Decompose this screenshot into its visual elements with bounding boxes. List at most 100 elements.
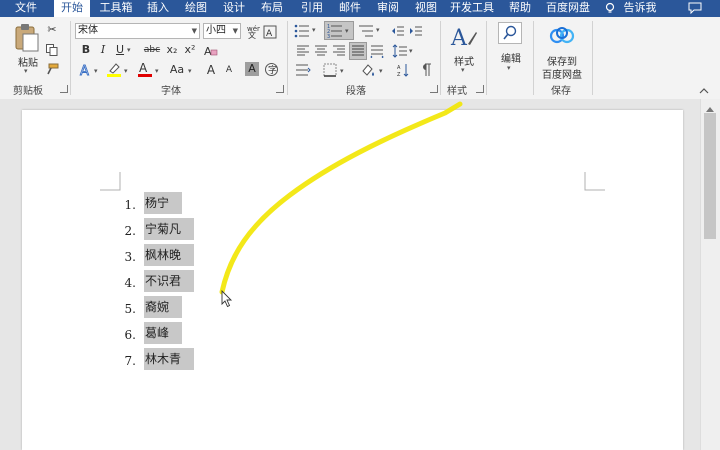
cut-icon[interactable]: ✂ [44, 22, 60, 38]
styles-gallery-icon[interactable]: A [450, 24, 478, 51]
styles-dropdown-chevron-icon[interactable]: ▾ [461, 66, 465, 74]
borders-icon[interactable] [323, 63, 339, 77]
text-effects-icon[interactable]: A [79, 63, 93, 80]
list-item-text[interactable]: 葛峰 [144, 322, 182, 344]
tab-developer[interactable]: 开发工具 [448, 0, 496, 17]
tab-help[interactable]: 帮助 [504, 0, 536, 17]
font-dialog-launcher-icon[interactable] [276, 85, 284, 93]
list-item-text[interactable]: 宁菊凡 [144, 218, 194, 240]
paragraph-dialog-launcher-icon[interactable] [430, 85, 438, 93]
decrease-indent-icon[interactable] [391, 24, 405, 38]
collapse-ribbon-icon[interactable] [699, 85, 709, 94]
tab-baidu-netdisk[interactable]: 百度网盘 [544, 0, 592, 17]
group-separator [533, 21, 534, 95]
shading-icon[interactable] [361, 63, 377, 77]
tab-file[interactable]: 文件 [8, 0, 44, 17]
change-case-dropdown-chevron-icon[interactable]: ▾ [188, 67, 192, 75]
phonetic-guide-icon[interactable]: wén 文 [246, 23, 261, 40]
font-size-select[interactable]: 小四 ▼ [203, 23, 241, 39]
svg-text:A: A [397, 65, 401, 71]
paste-icon[interactable] [14, 23, 40, 53]
tab-view[interactable]: 视图 [410, 0, 442, 17]
numbering-button[interactable]: 1 2 3 ▾ [324, 21, 354, 40]
strikethrough-button[interactable]: abc [142, 42, 162, 58]
show-formatting-marks-icon[interactable] [420, 63, 432, 77]
font-family-select[interactable]: 宋体 ▼ [75, 23, 200, 39]
list-item-number: 3. [124, 250, 136, 264]
underline-dropdown-chevron-icon[interactable]: ▾ [127, 46, 131, 54]
shrink-font-button[interactable]: A [221, 62, 237, 78]
underline-button[interactable]: U [112, 42, 128, 58]
tab-insert[interactable]: 插入 [142, 0, 174, 17]
scroll-up-arrow-icon[interactable] [706, 102, 714, 112]
change-case-button[interactable]: Aa [167, 62, 187, 78]
grow-font-button[interactable]: A [203, 62, 219, 78]
list-item-text[interactable]: 林木青 [144, 348, 194, 370]
vertical-scrollbar[interactable] [700, 99, 720, 450]
group-separator [486, 21, 487, 95]
enclosed-character-icon[interactable]: 字 [264, 62, 279, 77]
paste-dropdown-chevron-icon[interactable]: ▾ [24, 67, 28, 75]
svg-text:文: 文 [248, 30, 256, 39]
chinese-layout-icon[interactable] [295, 63, 311, 77]
highlight-swatch [107, 74, 121, 77]
tell-me-search[interactable]: 告诉我 [622, 0, 658, 17]
justify-icon [352, 45, 364, 56]
list-item-text[interactable]: 裔婉 [144, 296, 182, 318]
copy-icon[interactable] [46, 44, 58, 56]
tab-review[interactable]: 审阅 [372, 0, 404, 17]
multilevel-list-icon[interactable] [358, 24, 374, 38]
sort-icon[interactable]: AZ [397, 63, 409, 78]
shading-dropdown-chevron-icon[interactable]: ▾ [379, 67, 383, 75]
increase-indent-icon[interactable] [409, 24, 423, 38]
font-color-icon[interactable]: A [137, 61, 153, 78]
borders-dropdown-chevron-icon[interactable]: ▾ [340, 67, 344, 75]
find-button[interactable] [498, 22, 522, 44]
group-separator [592, 21, 593, 95]
list-item-text[interactable]: 杨宁 [144, 192, 182, 214]
paste-button-label[interactable]: 粘贴 [14, 54, 42, 69]
tab-home[interactable]: 开始 [54, 0, 90, 17]
tab-layout[interactable]: 布局 [256, 0, 288, 17]
scroll-thumb[interactable] [704, 113, 716, 239]
baidu-netdisk-icon[interactable] [549, 25, 575, 47]
list-item-text[interactable]: 枫林晚 [144, 244, 194, 266]
distributed-icon[interactable] [370, 44, 384, 59]
bullets-dropdown-chevron-icon[interactable]: ▾ [312, 26, 316, 34]
clear-formatting-icon[interactable]: A [204, 44, 218, 58]
text-effects-dropdown-chevron-icon[interactable]: ▾ [94, 67, 98, 75]
list-item-text[interactable]: 不识君 [144, 270, 194, 292]
multilevel-dropdown-chevron-icon[interactable]: ▾ [376, 26, 380, 34]
enclose-characters-icon[interactable]: A [263, 23, 277, 39]
editing-button-label[interactable]: 编辑 [498, 50, 524, 65]
subscript-button[interactable]: x₂ [164, 42, 180, 58]
save-to-baidu-label-2[interactable]: 百度网盘 [540, 66, 584, 81]
superscript-button[interactable]: x² [182, 42, 198, 58]
tab-references[interactable]: 引用 [296, 0, 328, 17]
font-color-dropdown-chevron-icon[interactable]: ▾ [155, 67, 159, 75]
editing-dropdown-chevron-icon[interactable]: ▾ [507, 64, 511, 72]
chevron-down-icon: ▼ [232, 27, 238, 35]
tab-toolbox[interactable]: 工具箱 [96, 0, 136, 17]
highlight-dropdown-chevron-icon[interactable]: ▾ [124, 67, 128, 75]
bullets-icon[interactable] [294, 24, 310, 38]
tab-design[interactable]: 设计 [218, 0, 250, 17]
bold-button[interactable]: B [78, 42, 94, 58]
line-spacing-icon[interactable] [392, 44, 408, 58]
text-highlight-color-icon[interactable] [106, 61, 122, 78]
clipboard-dialog-launcher-icon[interactable] [60, 85, 68, 93]
tab-draw[interactable]: 绘图 [180, 0, 212, 17]
list-item-number: 2. [124, 224, 136, 238]
align-center-icon[interactable] [314, 44, 328, 58]
italic-button[interactable]: I [95, 42, 111, 58]
format-painter-icon[interactable] [45, 63, 59, 75]
character-shading-button[interactable]: A [245, 62, 259, 76]
align-left-icon[interactable] [296, 44, 310, 58]
styles-dialog-launcher-icon[interactable] [476, 85, 484, 93]
justify-button[interactable] [349, 42, 367, 60]
comments-icon[interactable] [688, 2, 702, 15]
tab-mailings[interactable]: 邮件 [334, 0, 366, 17]
svg-text:A: A [266, 29, 273, 39]
align-right-icon[interactable] [332, 44, 346, 58]
line-spacing-dropdown-chevron-icon[interactable]: ▾ [409, 47, 413, 55]
